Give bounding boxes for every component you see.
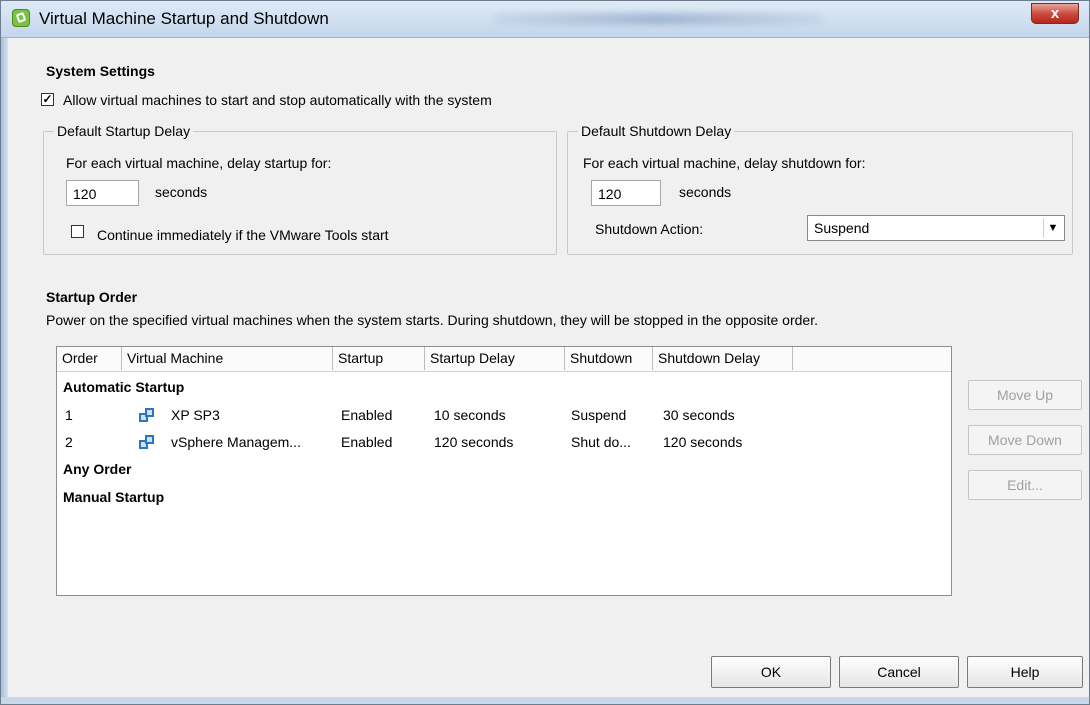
move-down-button[interactable]: Move Down [968, 425, 1082, 455]
table-header: Order Virtual Machine Startup Startup De… [57, 347, 951, 372]
column-header-shutdown[interactable]: Shutdown [565, 347, 653, 370]
window-frame-bottom [1, 697, 1089, 704]
virtual-machine-icon [139, 435, 155, 451]
group-automatic-startup[interactable]: Automatic Startup [63, 379, 184, 395]
shutdown-action-select[interactable]: Suspend ▼ [807, 215, 1065, 241]
checkmark-icon: ✓ [42, 92, 53, 106]
row-order: 2 [65, 434, 73, 450]
window-title: Virtual Machine Startup and Shutdown [39, 9, 329, 28]
blurred-title-reflection [493, 13, 823, 25]
startup-order-description: Power on the specified virtual machines … [46, 312, 818, 328]
window-frame-left [1, 38, 8, 704]
startup-delay-description: For each virtual machine, delay startup … [66, 155, 332, 171]
column-header-startup-delay[interactable]: Startup Delay [425, 347, 565, 370]
startup-delay-legend: Default Startup Delay [54, 123, 194, 139]
ok-button[interactable]: OK [711, 656, 831, 688]
column-header-shutdown-delay[interactable]: Shutdown Delay [653, 347, 793, 370]
row-startup-delay: 10 seconds [434, 407, 506, 423]
startup-delay-input[interactable]: 120 [66, 180, 139, 206]
row-startup-delay: 120 seconds [434, 434, 514, 450]
row-shutdown-delay: 120 seconds [663, 434, 743, 450]
move-up-button[interactable]: Move Up [968, 380, 1082, 410]
row-shutdown: Shut do... [571, 434, 631, 450]
row-vm-name: XP SP3 [171, 407, 220, 423]
title-bar[interactable]: Virtual Machine Startup and Shutdown x [1, 1, 1089, 38]
row-order: 1 [65, 407, 73, 423]
row-shutdown: Suspend [571, 407, 627, 423]
row-startup: Enabled [341, 407, 393, 423]
system-settings-heading: System Settings [46, 63, 155, 79]
shutdown-action-value: Suspend [814, 220, 870, 236]
shutdown-delay-unit: seconds [679, 184, 732, 200]
column-header-virtual-machine[interactable]: Virtual Machine [122, 347, 333, 370]
group-any-order[interactable]: Any Order [63, 461, 131, 477]
row-vm-name: vSphere Managem... [171, 434, 301, 450]
edit-button[interactable]: Edit... [968, 470, 1082, 500]
cancel-button[interactable]: Cancel [839, 656, 959, 688]
startup-order-heading: Startup Order [46, 289, 138, 305]
row-startup: Enabled [341, 434, 393, 450]
allow-auto-start-label: Allow virtual machines to start and stop… [63, 92, 492, 108]
column-header-order[interactable]: Order [57, 347, 122, 370]
vsphere-app-icon [12, 9, 30, 27]
chevron-down-icon[interactable]: ▼ [1043, 218, 1062, 238]
shutdown-delay-description: For each virtual machine, delay shutdown… [583, 155, 866, 171]
startup-delay-unit: seconds [155, 184, 208, 200]
row-shutdown-delay: 30 seconds [663, 407, 735, 423]
shutdown-delay-legend: Default Shutdown Delay [578, 123, 735, 139]
continue-immediately-label: Continue immediately if the VMware Tools… [97, 227, 389, 243]
dialog-window: Virtual Machine Startup and Shutdown x S… [0, 0, 1090, 705]
virtual-machine-icon [139, 408, 155, 424]
shutdown-delay-input[interactable]: 120 [591, 180, 661, 206]
help-button[interactable]: Help [967, 656, 1083, 688]
close-button[interactable]: x [1031, 3, 1079, 24]
column-header-startup[interactable]: Startup [333, 347, 425, 370]
close-icon: x [1050, 5, 1060, 22]
startup-order-table[interactable]: Order Virtual Machine Startup Startup De… [56, 346, 952, 596]
shutdown-action-label: Shutdown Action: [595, 221, 704, 237]
allow-auto-start-checkbox[interactable]: ✓ [41, 93, 54, 106]
group-manual-startup[interactable]: Manual Startup [63, 489, 164, 505]
continue-immediately-checkbox[interactable] [71, 225, 84, 238]
